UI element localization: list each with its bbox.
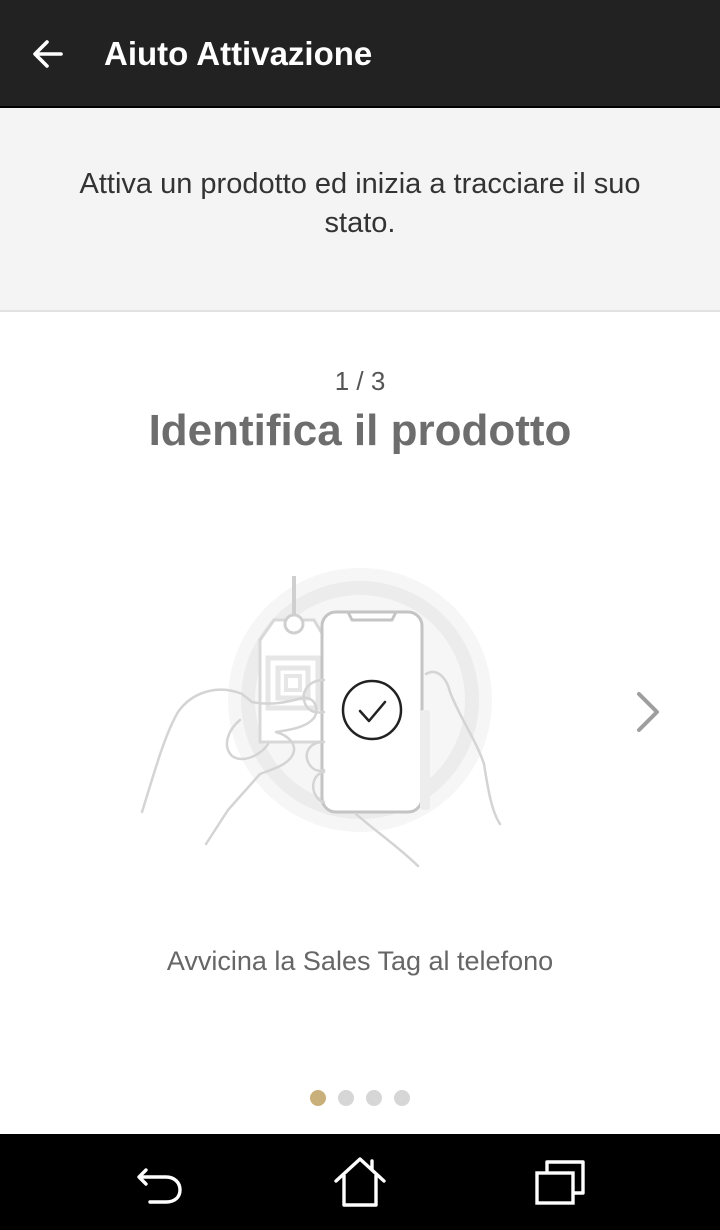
nav-back-icon xyxy=(137,1168,182,1204)
pager-indicator xyxy=(0,1090,720,1108)
pager-dot-3[interactable] xyxy=(366,1090,382,1106)
chevron-right-icon xyxy=(637,692,659,732)
system-home-button[interactable] xyxy=(330,1154,390,1210)
nav-recents-icon xyxy=(535,1160,585,1205)
tag-phone-illustration xyxy=(120,560,520,880)
arrow-left-icon xyxy=(33,40,63,68)
activation-help-screen: Aiuto Attivazione Attiva un prodotto ed … xyxy=(0,0,720,1230)
pager-dot-2[interactable] xyxy=(338,1090,354,1106)
system-back-button[interactable] xyxy=(130,1154,190,1210)
app-bar: Aiuto Attivazione xyxy=(0,0,720,108)
system-recents-button[interactable] xyxy=(530,1154,590,1210)
intro-text: Attiva un prodotto ed inizia a tracciare… xyxy=(79,168,641,239)
pager-dot-4[interactable] xyxy=(394,1090,410,1106)
pager-dot-1[interactable] xyxy=(310,1090,326,1106)
back-button[interactable] xyxy=(18,24,78,84)
nav-home-icon xyxy=(334,1157,386,1207)
step-counter: 1 / 3 xyxy=(334,366,386,396)
intro-banner: Attiva un prodotto ed inizia a tracciare… xyxy=(0,108,720,312)
page-title: Aiuto Attivazione xyxy=(104,35,373,72)
step-title: Identifica il prodotto xyxy=(148,406,572,455)
step-caption: Avvicina la Sales Tag al telefono xyxy=(166,946,554,976)
system-nav-bar xyxy=(0,1134,720,1230)
next-step-button[interactable] xyxy=(620,680,676,744)
